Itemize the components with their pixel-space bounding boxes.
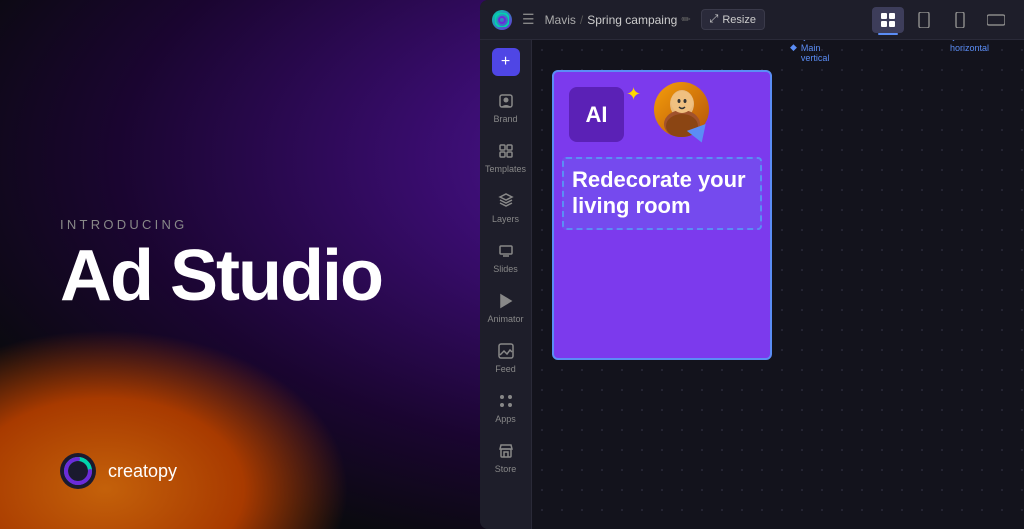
ai-label: AI xyxy=(586,102,608,128)
headline-text: Redecorate your living room xyxy=(572,167,752,220)
workspace-name: Mavis xyxy=(545,13,576,27)
left-panel: INTRODUCING Ad Studio xyxy=(60,0,382,529)
sidebar-item-templates[interactable]: Templates xyxy=(482,134,530,180)
edit-icon[interactable]: ✏ xyxy=(681,13,690,26)
app-mockup: ☰ Mavis / Spring campaing ✏ ⤢ Resize xyxy=(480,0,1024,529)
sidebar-brand-label: Brand xyxy=(493,114,517,124)
view-btn-mobile[interactable] xyxy=(944,7,976,33)
brand-icon xyxy=(495,90,517,112)
canvas-content: AI ✦ xyxy=(542,50,1024,529)
ai-badge: AI xyxy=(569,87,624,142)
sidebar-store-label: Store xyxy=(495,464,517,474)
sidebar-templates-label: Templates xyxy=(485,164,526,174)
sofa-vert-card-container: ✦ Add Background xyxy=(790,340,935,529)
page-title: Ad Studio xyxy=(60,240,382,312)
store-icon xyxy=(495,440,517,462)
main-editor-card[interactable]: AI ✦ xyxy=(552,70,772,360)
sidebar-item-layers[interactable]: Layers xyxy=(482,184,530,230)
sidebar-animator-label: Animator xyxy=(487,314,523,324)
sidebar-item-slides[interactable]: Slides xyxy=(482,234,530,280)
editor-card-inner: AI ✦ xyxy=(554,72,770,358)
app-logo xyxy=(492,10,512,30)
sparkle-icon: ✦ xyxy=(626,84,641,105)
sidebar-item-animator[interactable]: Animator xyxy=(482,284,530,330)
templates-icon xyxy=(495,140,517,162)
canvas-area: AI ✦ xyxy=(532,40,1024,529)
breadcrumb-sep: / xyxy=(580,13,583,27)
feed-icon xyxy=(495,340,517,362)
sidebar-apps-label: Apps xyxy=(495,414,516,424)
introducing-label: INTRODUCING xyxy=(60,217,382,232)
creatopy-logo-icon xyxy=(60,453,96,489)
sidebar-feed-label: Feed xyxy=(495,364,516,374)
hamburger-icon[interactable]: ☰ xyxy=(522,11,535,28)
resize-button[interactable]: ⤢ Resize xyxy=(701,9,765,30)
sidebar-item-brand[interactable]: Brand xyxy=(482,84,530,130)
view-btn-landscape[interactable] xyxy=(980,7,1012,33)
diamond-icon: ◆ xyxy=(790,42,797,53)
sidebar-item-store[interactable]: Store xyxy=(482,434,530,480)
campaign-name: Spring campaing xyxy=(587,13,677,27)
horizontal-card-label: ◆ Main horizontal xyxy=(950,40,989,53)
sidebar-item-apps[interactable]: Apps xyxy=(482,384,530,430)
sidebar-add-button[interactable]: + xyxy=(492,48,520,76)
resize-label: Resize xyxy=(722,14,756,26)
sidebar-item-feed[interactable]: Feed xyxy=(482,334,530,380)
apps-icon xyxy=(495,390,517,412)
breadcrumb: Mavis / Spring campaing ✏ xyxy=(545,13,691,27)
sidebar-slides-label: Slides xyxy=(493,264,518,274)
creatopy-text: creatopy xyxy=(108,461,177,482)
resize-icon: ⤢ xyxy=(710,13,719,26)
layers-icon xyxy=(495,190,517,212)
view-mode-buttons xyxy=(872,7,1012,33)
top-bar: ☰ Mavis / Spring campaing ✏ ⤢ Resize xyxy=(480,0,1024,40)
logo-area: creatopy xyxy=(60,453,177,489)
sidebar-layers-label: Layers xyxy=(492,214,519,224)
animator-icon xyxy=(495,290,517,312)
view-btn-portrait[interactable] xyxy=(908,7,940,33)
headline-box[interactable]: Redecorate your living room xyxy=(562,157,762,230)
view-btn-grid[interactable] xyxy=(872,7,904,33)
slides-icon xyxy=(495,240,517,262)
sidebar: + Brand Templates xyxy=(480,40,532,529)
vertical-card-label: ◆ ◆ Main vertical xyxy=(790,40,829,63)
